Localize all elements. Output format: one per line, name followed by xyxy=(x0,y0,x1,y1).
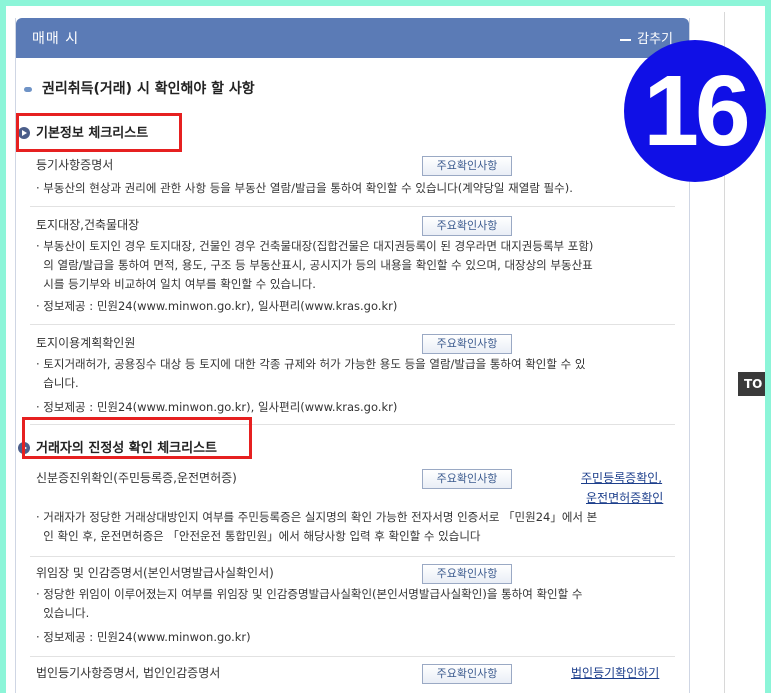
divider xyxy=(30,324,675,325)
bullet-icon xyxy=(24,86,32,92)
list-item: 위임장 및 인감증명서(본인서명발급사실확인서) 주요확인사항 · 정당한 위임… xyxy=(36,564,681,645)
list-item: 신분증진위확인(주민등록증,운전면허증) 주요확인사항 주민등록증확인, 운전면… xyxy=(36,469,681,546)
item-title: 위임장 및 인감증명서(본인서명발급사실확인서) xyxy=(36,566,274,580)
divider xyxy=(30,206,675,207)
checklist-panel: 매매 시 감추기 권리취득(거래) 시 확인해야 할 사항 기본정보 체크리스트… xyxy=(15,18,690,693)
key-points-button[interactable]: 주요확인사항 xyxy=(422,334,512,354)
info-source: · 정보제공 : 민원24(www.minwon.go.kr) xyxy=(36,630,251,644)
item-desc-line: · 토지거래허가, 공용징수 대상 등 토지에 대한 각종 규제와 허가 가능한… xyxy=(36,357,586,371)
hide-toggle-button[interactable]: 감추기 xyxy=(620,28,673,47)
list-item: 토지대장,건축물대장 주요확인사항 · 부동산이 토지인 경우 토지대장, 건물… xyxy=(36,216,681,314)
key-points-button[interactable]: 주요확인사항 xyxy=(422,216,512,236)
item-desc-line: 습니다. xyxy=(36,376,79,390)
item-desc-line: 인 확인 후, 운전면허증은 「안전운전 통합민원」에서 해당사항 입력 후 확… xyxy=(36,529,481,543)
section-title: 권리취득(거래) 시 확인해야 할 사항 xyxy=(24,78,255,98)
number-badge: 16 xyxy=(624,40,766,182)
highlight-box xyxy=(22,417,252,459)
divider xyxy=(30,656,675,657)
top-button[interactable]: TO xyxy=(738,372,765,396)
key-points-button[interactable]: 주요확인사항 xyxy=(422,469,512,489)
minus-icon xyxy=(620,38,632,41)
highlight-box xyxy=(16,113,182,152)
item-desc-line: 있습니다. xyxy=(36,606,90,620)
divider xyxy=(30,556,675,557)
section-title-text: 권리취득(거래) 시 확인해야 할 사항 xyxy=(42,81,255,97)
item-desc-line: · 거래자가 정당한 거래상대방인지 여부를 주민등록증은 실지명의 확인 가능… xyxy=(36,510,598,524)
item-desc-line: 의 열람/발급을 통하여 면적, 용도, 구조 등 부동산표시, 공시지가 등의… xyxy=(36,258,593,272)
item-title: 등기사항증명서 xyxy=(36,158,114,172)
license-check-link[interactable]: 운전면허증확인 xyxy=(586,489,663,506)
key-points-button[interactable]: 주요확인사항 xyxy=(422,564,512,584)
item-desc-line: · 부동산의 현상과 권리에 관한 사항 등을 부동산 열람/발급을 통하여 확… xyxy=(36,181,573,195)
panel-title: 매매 시 xyxy=(32,31,80,47)
key-points-button[interactable]: 주요확인사항 xyxy=(422,664,512,684)
resident-card-check-link[interactable]: 주민등록증확인, xyxy=(581,469,662,486)
item-desc-line: · 정당한 위임이 이루어졌는지 여부를 위임장 및 인감증명발급사실확인(본인… xyxy=(36,587,583,601)
item-title: 토지대장,건축물대장 xyxy=(36,218,140,232)
item-desc-line: 시를 등기부와 비교하여 일치 여부를 확인할 수 있습니다. xyxy=(36,277,316,291)
key-points-button[interactable]: 주요확인사항 xyxy=(422,156,512,176)
list-item: 등기사항증명서 주요확인사항 · 부동산의 현상과 권리에 관한 사항 등을 부… xyxy=(36,156,681,198)
panel-header: 매매 시 감추기 xyxy=(16,18,689,58)
list-item: 법인등기사항증명서, 법인인감증명서 주요확인사항 법인등기확인하기 xyxy=(36,664,681,684)
info-source: · 정보제공 : 민원24(www.minwon.go.kr), 일사편리(ww… xyxy=(36,400,398,414)
list-item: 토지이용계획확인원 주요확인사항 · 토지거래허가, 공용징수 대상 등 토지에… xyxy=(36,334,681,415)
item-desc-line: · 부동산이 토지인 경우 토지대장, 건물인 경우 건축물대장(집합건물은 대… xyxy=(36,239,594,253)
item-title: 토지이용계획확인원 xyxy=(36,336,136,350)
info-source: · 정보제공 : 민원24(www.minwon.go.kr), 일사편리(ww… xyxy=(36,299,398,313)
corporate-registry-check-link[interactable]: 법인등기확인하기 xyxy=(571,664,659,681)
